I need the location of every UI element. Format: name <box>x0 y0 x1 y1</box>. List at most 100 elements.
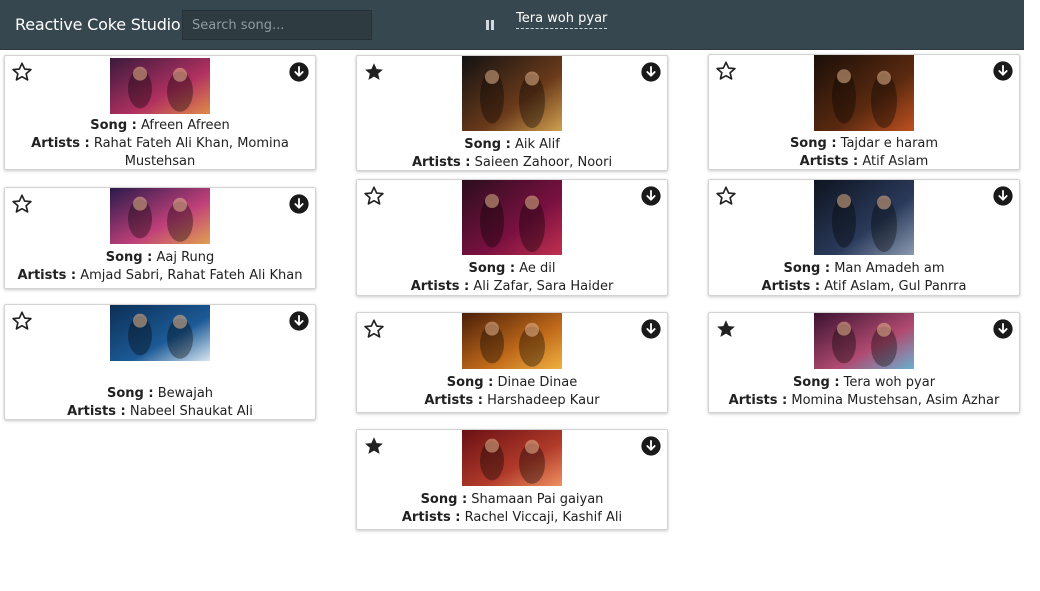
song-info: Song : Aaj Rung Artists : Amjad Sabri, R… <box>13 249 307 285</box>
artists-label: Artists : <box>410 279 470 294</box>
song-artists: Rachel Viccaji, Kashif Ali <box>464 510 623 525</box>
now-playing-title[interactable]: Tera woh pyar <box>516 11 608 29</box>
song-artists: Ali Zafar, Sara Haider <box>473 279 614 294</box>
song-label: Song : <box>446 375 494 390</box>
pause-icon <box>486 20 489 30</box>
song-thumbnail[interactable] <box>462 56 562 131</box>
top-navbar: Reactive Coke Studio Tera woh pyar <box>0 0 1024 50</box>
song-artists: Atif Aslam, Gul Panrra <box>824 279 967 294</box>
song-line: Song : Bewajah <box>13 385 307 403</box>
search-input[interactable] <box>182 10 372 40</box>
star-outline-icon[interactable] <box>11 310 33 332</box>
song-thumbnail[interactable] <box>110 188 210 244</box>
song-title: Bewajah <box>157 386 214 401</box>
artists-line: Artists : Rahat Fateh Ali Khan, Momina M… <box>13 135 307 171</box>
star-outline-icon[interactable] <box>363 318 385 340</box>
download-icon[interactable] <box>288 310 310 332</box>
artists-line: Artists : Ali Zafar, Sara Haider <box>365 278 659 296</box>
song-card[interactable]: Song : Bewajah Artists : Nabeel Shaukat … <box>4 304 316 420</box>
song-line: Song : Tajdar e haram <box>717 135 1011 153</box>
song-artists: Amjad Sabri, Rahat Fateh Ali Khan <box>80 268 303 283</box>
song-card[interactable]: Song : Tajdar e haram Artists : Atif Asl… <box>708 54 1020 170</box>
download-icon[interactable] <box>992 318 1014 340</box>
song-line: Song : Ae dil <box>365 260 659 278</box>
pause-button[interactable] <box>483 17 497 33</box>
song-card[interactable]: Song : Dinae Dinae Artists : Harshadeep … <box>356 312 668 413</box>
download-icon[interactable] <box>640 318 662 340</box>
song-card[interactable]: Song : Shamaan Pai gaiyan Artists : Rach… <box>356 429 668 530</box>
song-thumbnail[interactable] <box>462 313 562 369</box>
artists-line: Artists : Harshadeep Kaur <box>365 392 659 410</box>
song-label: Song : <box>420 492 468 507</box>
song-label: Song : <box>106 386 154 401</box>
song-info: Song : Shamaan Pai gaiyan Artists : Rach… <box>365 491 659 527</box>
artists-line: Artists : Saieen Zahoor, Noori <box>365 154 659 172</box>
artists-label: Artists : <box>411 155 471 170</box>
song-thumbnail[interactable] <box>110 58 210 114</box>
song-info: Song : Tajdar e haram Artists : Atif Asl… <box>717 135 1011 171</box>
song-title: Man Amadeh am <box>834 261 945 276</box>
song-thumbnail[interactable] <box>814 313 914 369</box>
song-thumbnail[interactable] <box>462 180 562 255</box>
download-icon[interactable] <box>288 61 310 83</box>
song-card[interactable]: Song : Ae dil Artists : Ali Zafar, Sara … <box>356 179 668 296</box>
song-artists: Harshadeep Kaur <box>487 393 600 408</box>
artists-line: Artists : Amjad Sabri, Rahat Fateh Ali K… <box>13 267 307 285</box>
song-card[interactable]: Song : Man Amadeh am Artists : Atif Asla… <box>708 179 1020 296</box>
song-thumbnail[interactable] <box>814 55 914 131</box>
star-filled-icon[interactable] <box>363 435 385 457</box>
download-icon[interactable] <box>288 193 310 215</box>
artists-label: Artists : <box>728 393 788 408</box>
song-title: Dinae Dinae <box>497 375 578 390</box>
song-thumbnail[interactable] <box>110 305 210 361</box>
download-icon[interactable] <box>640 61 662 83</box>
artists-label: Artists : <box>31 136 90 151</box>
song-label: Song : <box>789 136 837 151</box>
song-info: Song : Man Amadeh am Artists : Atif Asla… <box>717 260 1011 296</box>
song-label: Song : <box>105 250 153 265</box>
song-card[interactable]: Song : Aaj Rung Artists : Amjad Sabri, R… <box>4 187 316 289</box>
song-thumbnail[interactable] <box>814 180 914 255</box>
artists-line: Artists : Rachel Viccaji, Kashif Ali <box>365 509 659 527</box>
song-label: Song : <box>90 118 137 133</box>
song-line: Song : Shamaan Pai gaiyan <box>365 491 659 509</box>
song-title: Afreen Afreen <box>141 118 230 133</box>
app-title[interactable]: Reactive Coke Studio <box>15 15 181 34</box>
song-thumbnail[interactable] <box>462 430 562 486</box>
song-info: Song : Dinae Dinae Artists : Harshadeep … <box>365 374 659 410</box>
star-filled-icon[interactable] <box>715 318 737 340</box>
artists-line: Artists : Atif Aslam <box>717 153 1011 171</box>
song-artists: Saieen Zahoor, Noori <box>474 155 613 170</box>
song-card[interactable]: Song : Afreen Afreen Artists : Rahat Fat… <box>4 55 316 170</box>
star-outline-icon[interactable] <box>715 60 737 82</box>
star-outline-icon[interactable] <box>363 185 385 207</box>
song-card[interactable]: Song : Tera woh pyar Artists : Momina Mu… <box>708 312 1020 413</box>
song-info: Song : Bewajah Artists : Nabeel Shaukat … <box>13 385 307 421</box>
download-icon[interactable] <box>992 60 1014 82</box>
artists-label: Artists : <box>401 510 461 525</box>
song-artists: Atif Aslam <box>862 154 929 169</box>
download-icon[interactable] <box>640 185 662 207</box>
song-info: Song : Afreen Afreen Artists : Rahat Fat… <box>13 117 307 171</box>
song-info: Song : Ae dil Artists : Ali Zafar, Sara … <box>365 260 659 296</box>
star-outline-icon[interactable] <box>11 193 33 215</box>
song-info: Song : Tera woh pyar Artists : Momina Mu… <box>717 374 1011 410</box>
song-card[interactable]: Song : Aik Alif Artists : Saieen Zahoor,… <box>356 55 668 171</box>
song-line: Song : Tera woh pyar <box>717 374 1011 392</box>
song-label: Song : <box>783 261 831 276</box>
download-icon[interactable] <box>992 185 1014 207</box>
song-label: Song : <box>792 375 840 390</box>
song-label: Song : <box>464 137 511 152</box>
artists-line: Artists : Atif Aslam, Gul Panrra <box>717 278 1011 296</box>
artists-label: Artists : <box>67 404 126 419</box>
star-outline-icon[interactable] <box>11 61 33 83</box>
song-line: Song : Aik Alif <box>365 136 659 154</box>
star-outline-icon[interactable] <box>715 185 737 207</box>
song-line: Song : Man Amadeh am <box>717 260 1011 278</box>
song-title: Tajdar e haram <box>840 136 939 151</box>
download-icon[interactable] <box>640 435 662 457</box>
artists-label: Artists : <box>424 393 483 408</box>
star-filled-icon[interactable] <box>363 61 385 83</box>
song-line: Song : Dinae Dinae <box>365 374 659 392</box>
artists-line: Artists : Momina Mustehsan, Asim Azhar <box>717 392 1011 410</box>
